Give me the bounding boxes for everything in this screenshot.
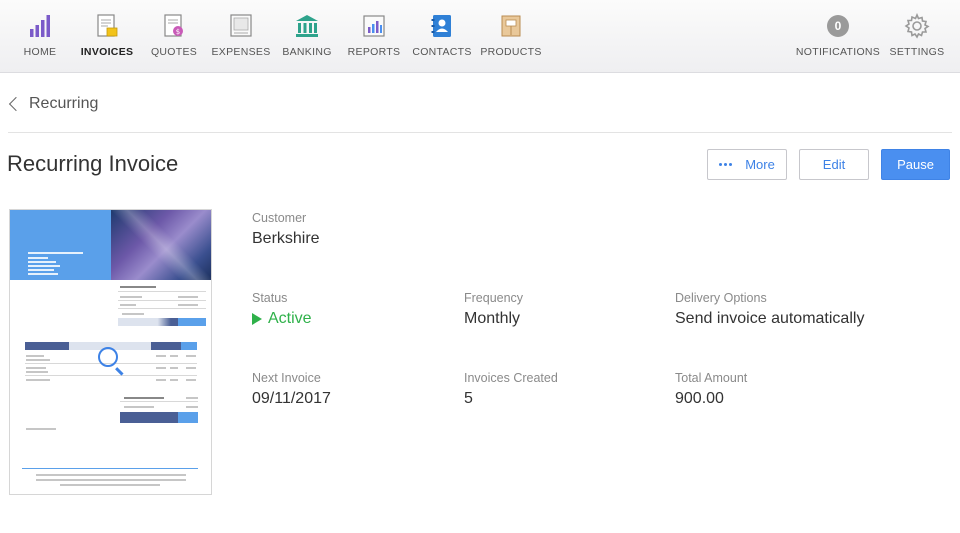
customer-field: Customer Berkshire (252, 211, 320, 248)
frequency-label: Frequency (464, 291, 524, 305)
preview-header-panel (10, 210, 111, 280)
total-amount-label: Total Amount (675, 371, 748, 385)
nav-notifications[interactable]: 0 NOTIFICATIONS (795, 0, 881, 73)
nav-quotes[interactable]: $ QUOTES (150, 0, 198, 73)
delivery-options-label: Delivery Options (675, 291, 767, 305)
breadcrumb-back-recurring[interactable]: Recurring (8, 92, 98, 116)
page-title: Recurring Invoice (7, 151, 179, 176)
status-value: Active (268, 310, 312, 327)
expenses-icon (228, 13, 254, 39)
next-invoice-value: 09/11/2017 (252, 390, 331, 407)
more-dots-icon (719, 163, 733, 166)
nav-invoices-label: INVOICES (80, 46, 134, 58)
customer-label: Customer (252, 211, 307, 225)
nav-quotes-label: QUOTES (150, 46, 198, 58)
invoices-created-value: 5 (464, 390, 473, 407)
nav-home[interactable]: HOME (20, 0, 60, 73)
product-box-icon (498, 13, 524, 39)
nav-contacts[interactable]: CONTACTS (412, 0, 472, 73)
address-book-icon (429, 13, 455, 39)
preview-header-art (111, 210, 211, 280)
nav-home-label: HOME (23, 46, 57, 58)
frequency-field: Frequency Monthly (464, 291, 523, 328)
play-icon (252, 313, 262, 325)
status-label: Status (252, 291, 288, 305)
notification-count: 0 (827, 15, 849, 37)
nav-reports-label: REPORTS (347, 46, 401, 58)
breadcrumb-label: Recurring (29, 95, 99, 112)
delivery-options-value: Send invoice automatically (675, 310, 865, 327)
divider (8, 132, 952, 133)
status-value-row: Active (252, 310, 312, 328)
next-invoice-label: Next Invoice (252, 371, 321, 385)
more-button-label: More (745, 157, 775, 172)
gear-icon (904, 12, 930, 39)
top-navigation: HOME INVOICES $ QUOTES EXPENSES BANKING … (0, 0, 960, 73)
quote-document-icon: $ (161, 13, 187, 39)
report-chart-icon (361, 13, 387, 39)
nav-settings-label: SETTINGS (889, 46, 945, 58)
nav-expenses-label: EXPENSES (211, 46, 271, 58)
edit-button-label: Edit (822, 157, 846, 172)
nav-products[interactable]: PRODUCTS (480, 0, 542, 73)
bar-chart-icon (27, 13, 53, 39)
nav-contacts-label: CONTACTS (412, 46, 472, 58)
nav-banking-label: BANKING (282, 46, 332, 58)
frequency-value: Monthly (464, 310, 521, 327)
next-invoice-field: Next Invoice 09/11/2017 (252, 371, 331, 408)
customer-value: Berkshire (252, 230, 320, 247)
svg-text:$: $ (176, 28, 180, 36)
invoice-document-icon (94, 13, 120, 39)
more-button[interactable]: More (707, 149, 787, 180)
nav-reports[interactable]: REPORTS (347, 0, 401, 73)
edit-button[interactable]: Edit (799, 149, 869, 180)
invoices-created-label: Invoices Created (464, 371, 558, 385)
status-field: Status Active (252, 291, 312, 328)
nav-banking[interactable]: BANKING (282, 0, 332, 73)
notification-count-badge: 0 (825, 13, 851, 39)
nav-settings[interactable]: SETTINGS (889, 0, 945, 73)
total-amount-field: Total Amount 900.00 (675, 371, 747, 408)
zoom-magnifier-icon[interactable] (98, 347, 118, 367)
delivery-options-field: Delivery Options Send invoice automatica… (675, 291, 864, 328)
total-amount-value: 900.00 (675, 390, 724, 407)
nav-invoices[interactable]: INVOICES (81, 0, 133, 73)
invoice-preview-thumbnail[interactable] (9, 209, 212, 495)
chevron-left-icon (8, 96, 24, 112)
invoices-created-field: Invoices Created 5 (464, 371, 558, 408)
bank-icon (294, 13, 320, 39)
pause-button-label: Pause (897, 157, 934, 172)
nav-products-label: PRODUCTS (480, 46, 542, 58)
pause-button[interactable]: Pause (881, 149, 950, 180)
nav-expenses[interactable]: EXPENSES (212, 0, 270, 73)
nav-notifications-label: NOTIFICATIONS (795, 46, 881, 58)
